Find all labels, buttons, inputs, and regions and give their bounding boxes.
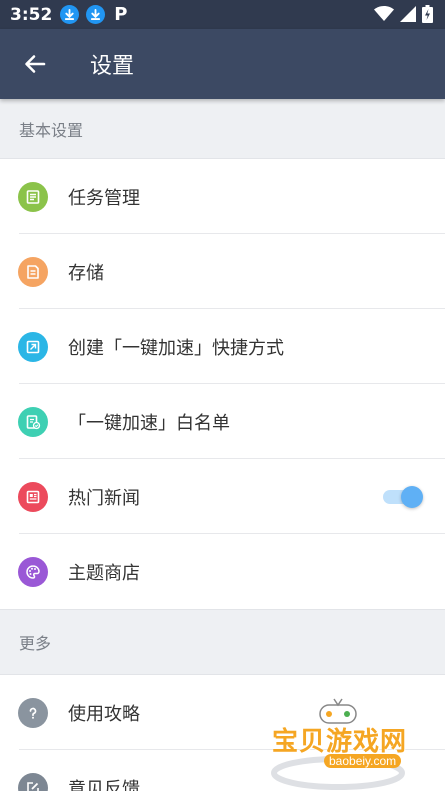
setting-item-label: 「一键加速」白名单: [68, 412, 230, 434]
setting-item-label: 热门新闻: [68, 487, 140, 509]
setting-item-label: 存储: [68, 262, 104, 284]
whitelist-icon: [18, 406, 48, 437]
storage-icon: [18, 256, 48, 287]
app-bar: 设置: [0, 29, 445, 99]
watermark-text: 宝贝游戏网: [272, 727, 408, 757]
setting-item-storage[interactable]: 存储: [0, 234, 445, 309]
status-bar: 3:52 P: [0, 0, 445, 29]
battery-icon: [422, 5, 433, 23]
setting-item-label: 任务管理: [68, 187, 140, 209]
setting-item-create-shortcut[interactable]: 创建「一键加速」快捷方式: [0, 309, 445, 384]
setting-item-whitelist[interactable]: 「一键加速」白名单: [0, 384, 445, 459]
news-icon: [18, 481, 48, 512]
section-header-more: 更多: [0, 610, 445, 674]
help-icon: [18, 697, 48, 728]
task-icon: [18, 181, 48, 212]
toggle-thumb: [401, 486, 423, 508]
section-header-basic: 基本设置: [0, 99, 445, 158]
notification-p-icon: P: [114, 4, 128, 25]
palette-icon: [18, 556, 48, 587]
arrow-left-icon: [25, 55, 46, 73]
setting-item-task-management[interactable]: 任务管理: [0, 159, 445, 234]
setting-item-theme-store[interactable]: 主题商店: [0, 534, 445, 609]
status-time: 3:52: [10, 4, 53, 25]
setting-item-hot-news[interactable]: 热门新闻: [0, 459, 445, 534]
feedback-icon: [18, 772, 48, 791]
basic-settings-list: 任务管理 存储 创建「一键加速」快捷方式 「一键加速」白名单 热门新闻 主题商店: [0, 158, 445, 610]
setting-item-label: 使用攻略: [68, 703, 140, 725]
watermark-logo: 宝贝游戏网 baobeiy.com: [268, 695, 418, 791]
setting-item-label: 创建「一键加速」快捷方式: [68, 337, 284, 359]
shortcut-icon: [18, 331, 48, 362]
setting-item-label: 意见反馈: [68, 778, 140, 791]
setting-item-label: 主题商店: [68, 562, 140, 584]
download-icon: [60, 5, 80, 24]
page-title: 设置: [90, 54, 135, 79]
back-button[interactable]: [0, 29, 70, 99]
wifi-icon: [374, 6, 394, 21]
hot-news-toggle[interactable]: [383, 486, 423, 508]
signal-icon: [400, 6, 416, 22]
watermark-url: baobeiy.com: [324, 754, 402, 768]
download-icon: [86, 5, 106, 24]
